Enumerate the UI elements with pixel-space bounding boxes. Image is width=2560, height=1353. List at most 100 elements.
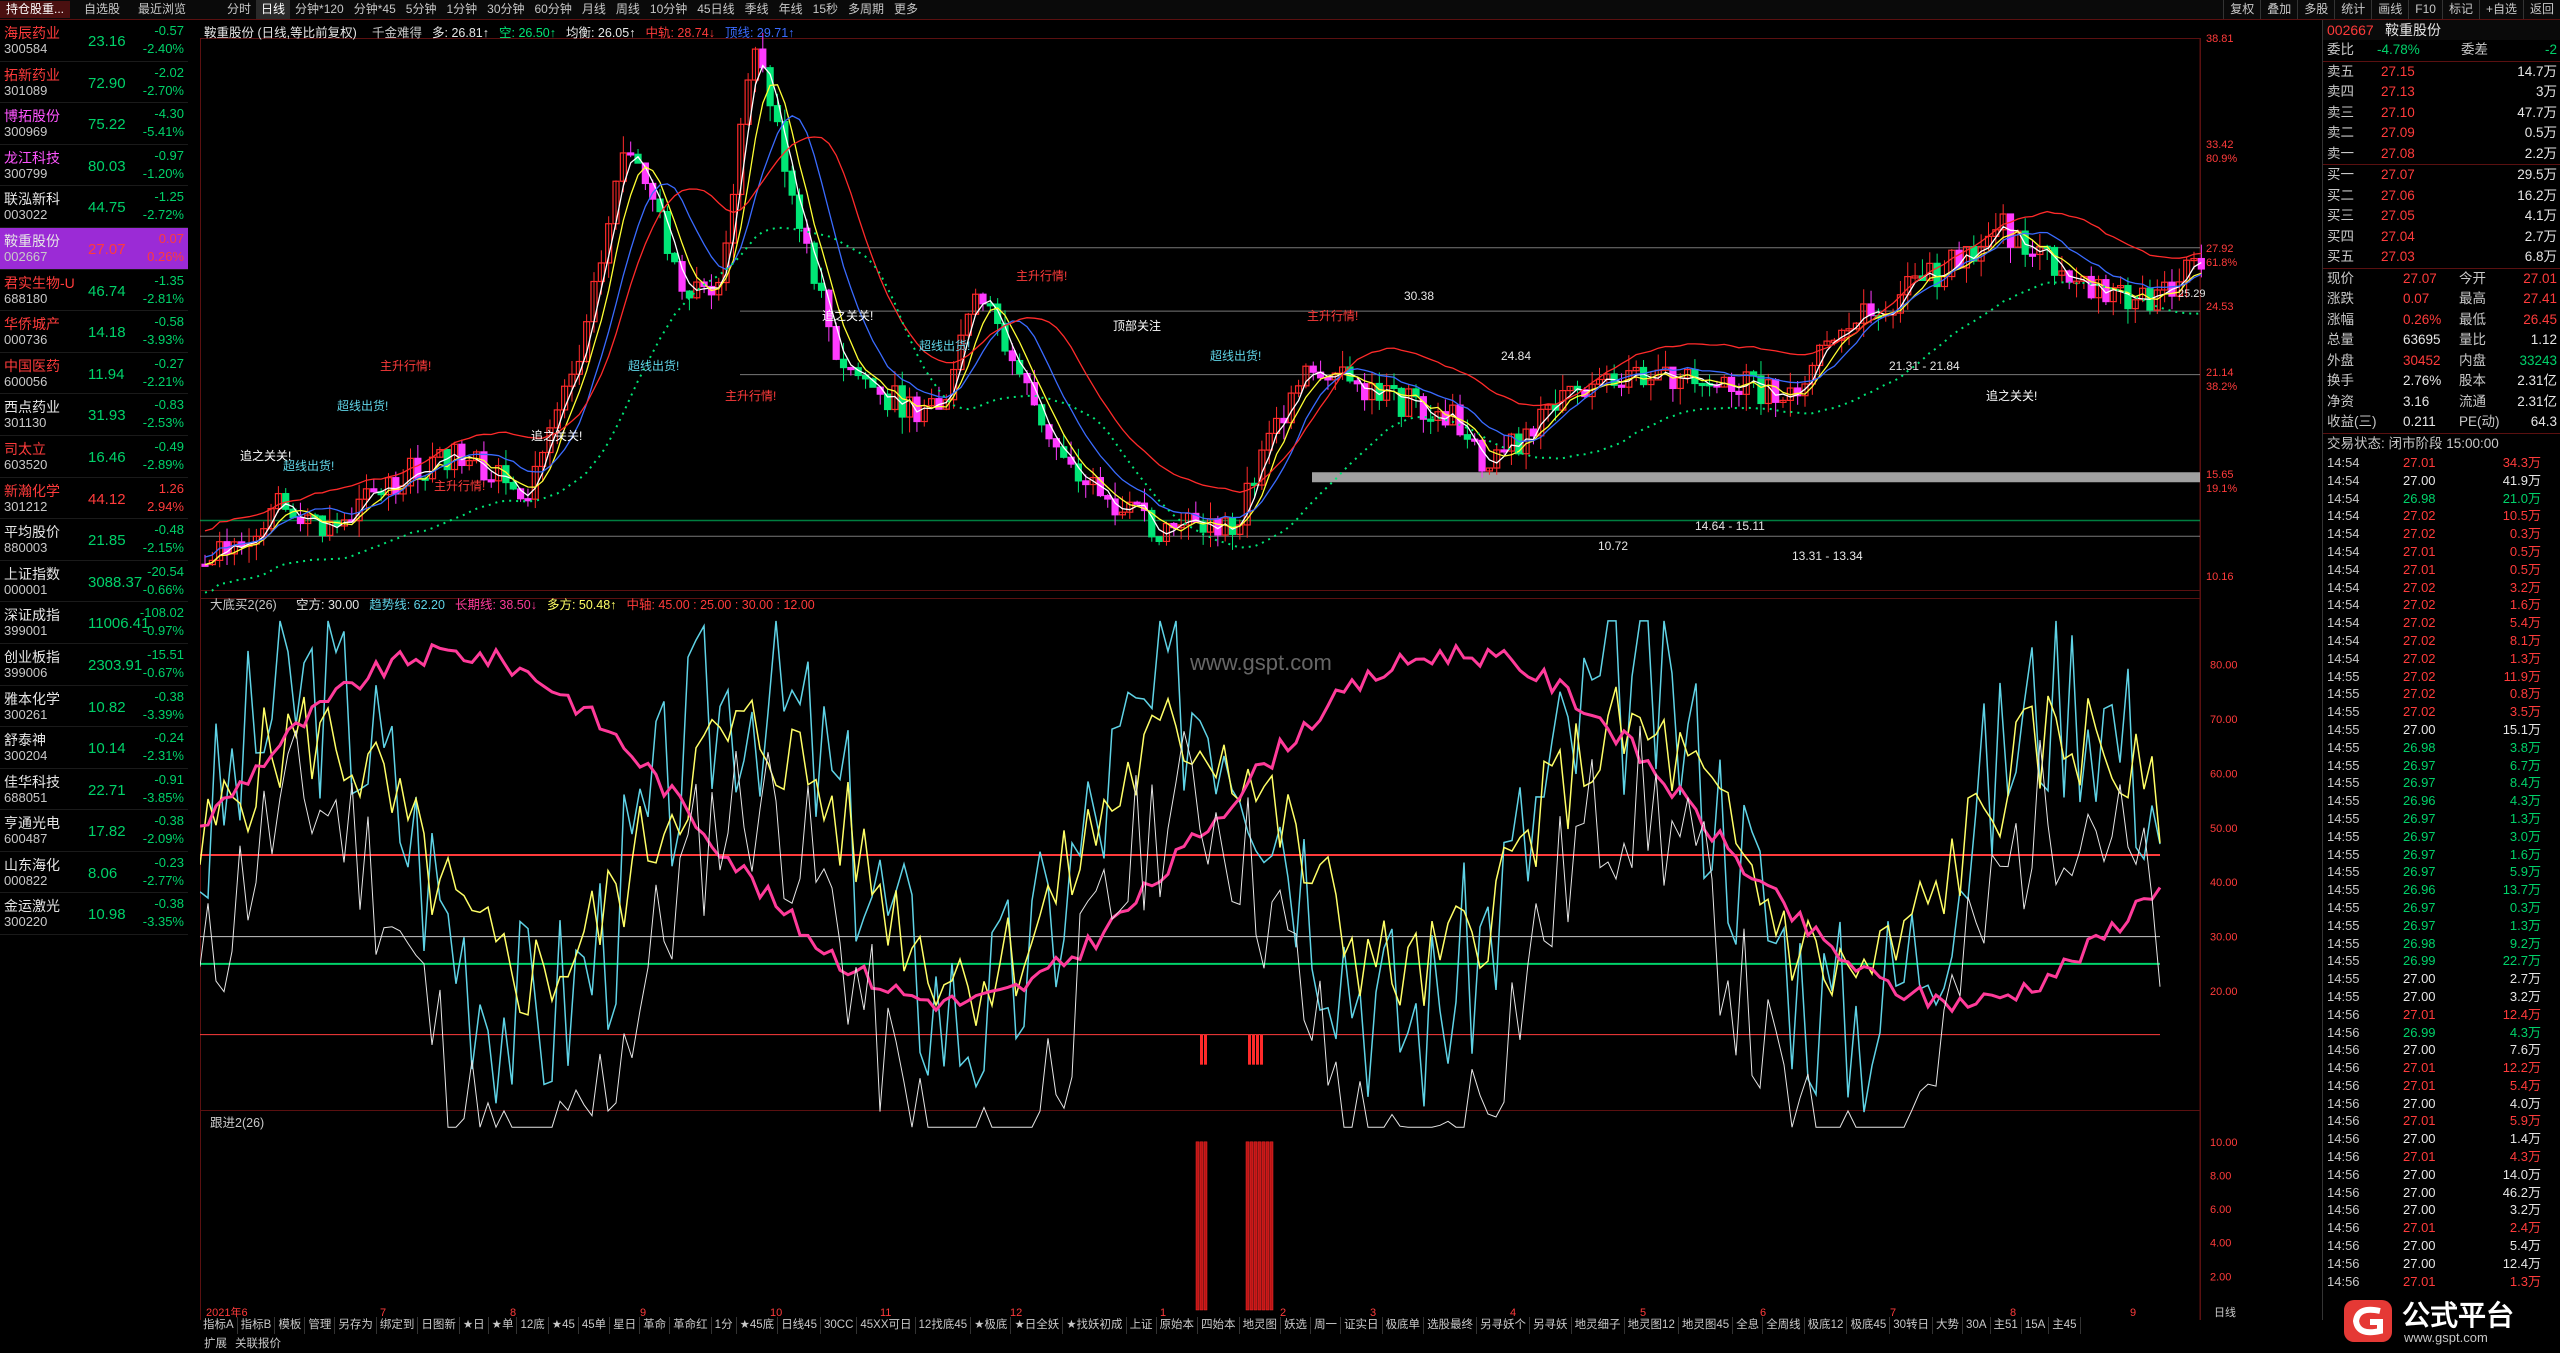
- toolbar-button-8[interactable]: 返回: [2522, 0, 2560, 19]
- formula-tab[interactable]: 1分: [712, 1317, 737, 1334]
- formula-tab[interactable]: 革命红: [670, 1317, 712, 1334]
- formula-tab[interactable]: 12底: [517, 1317, 549, 1334]
- period-6[interactable]: 30分钟: [482, 0, 529, 19]
- extension-tab[interactable]: 扩展: [200, 1336, 231, 1353]
- tab-favorites[interactable]: 自选股: [78, 1, 126, 18]
- period-9[interactable]: 周线: [611, 0, 645, 19]
- formula-tab[interactable]: ★单: [489, 1317, 518, 1334]
- period-10[interactable]: 10分钟: [645, 0, 692, 19]
- formula-tab[interactable]: 管理: [305, 1317, 336, 1334]
- formula-tab[interactable]: 主51: [1991, 1317, 2022, 1334]
- formula-tab[interactable]: 极底单: [1383, 1317, 1425, 1334]
- watchlist-row[interactable]: 创业板指 399006 2303.91 -15.51 -0.67%: [0, 644, 188, 686]
- watchlist-row[interactable]: 舒泰神 300204 10.14 -0.24 -2.31%: [0, 727, 188, 769]
- formula-tab[interactable]: 指标B: [238, 1317, 276, 1334]
- watchlist-row[interactable]: 拓新药业 301089 72.90 -2.02 -2.70%: [0, 62, 188, 104]
- watchlist-row[interactable]: 博拓股份 300969 75.22 -4.30 -5.41%: [0, 103, 188, 145]
- watchlist-row[interactable]: 联泓新科 003022 44.75 -1.25 -2.72%: [0, 186, 188, 228]
- watchlist-row[interactable]: 上证指数 000001 3088.37 -20.54 -0.66%: [0, 561, 188, 603]
- toolbar-button-1[interactable]: 叠加: [2260, 0, 2297, 19]
- watchlist-row[interactable]: 新瀚化学 301212 44.12 1.26 2.94%: [0, 478, 188, 520]
- formula-tab[interactable]: 15A: [2022, 1317, 2050, 1334]
- formula-tab[interactable]: 选股最终: [1424, 1317, 1478, 1334]
- watchlist-row[interactable]: 深证成指 399001 11006.41 -108.02 -0.97%: [0, 602, 188, 644]
- watchlist-row[interactable]: 中国医药 600056 11.94 -0.27 -2.21%: [0, 353, 188, 395]
- formula-tab[interactable]: 另寻妖个: [1477, 1317, 1531, 1334]
- extension-tab[interactable]: 关联报价: [231, 1336, 285, 1353]
- period-5[interactable]: 1分钟: [441, 0, 482, 19]
- formula-tab[interactable]: 45单: [579, 1317, 611, 1334]
- period-7[interactable]: 60分钟: [530, 0, 577, 19]
- formula-tab[interactable]: 45XX可日: [857, 1317, 916, 1334]
- watchlist-row[interactable]: 山东海化 000822 8.06 -0.23 -2.77%: [0, 852, 188, 894]
- formula-tab[interactable]: ★45底: [737, 1317, 779, 1334]
- formula-tab[interactable]: 周一: [1311, 1317, 1342, 1334]
- kline-chart[interactable]: 38.81 33.42 80.9% 27.92 61.8% 24.53 21.14 38.2%…: [200, 20, 2280, 1320]
- formula-tab[interactable]: 另寻妖: [1530, 1317, 1572, 1334]
- period-0[interactable]: 分时: [222, 0, 256, 19]
- formula-tab[interactable]: 绑定到: [377, 1317, 419, 1334]
- period-3[interactable]: 分钟*45: [349, 0, 401, 19]
- tab-recent[interactable]: 最近浏览: [132, 1, 192, 18]
- formula-tab[interactable]: 另存为: [335, 1317, 377, 1334]
- formula-tab[interactable]: 30A: [1963, 1317, 1991, 1334]
- period-16[interactable]: 更多: [889, 0, 923, 19]
- formula-tab[interactable]: ★日全妖: [1011, 1317, 1064, 1334]
- formula-tab[interactable]: 地灵细子: [1572, 1317, 1625, 1334]
- formula-tab[interactable]: 主45: [2049, 1317, 2081, 1334]
- formula-tab[interactable]: ★找妖初成: [1063, 1317, 1127, 1334]
- toolbar-button-5[interactable]: F10: [2408, 0, 2442, 19]
- watchlist-row[interactable]: 鞍重股份 002667 27.07 0.07 0.26%: [0, 227, 188, 270]
- period-8[interactable]: 月线: [577, 0, 611, 19]
- formula-tab[interactable]: 日图新: [418, 1317, 460, 1334]
- period-15[interactable]: 多周期: [843, 0, 889, 19]
- watchlist-row[interactable]: 华侨城产 000736 14.18 -0.58 -3.93%: [0, 311, 188, 353]
- watchlist-row[interactable]: 佳华科技 688051 22.71 -0.91 -3.85%: [0, 769, 188, 811]
- watchlist-row[interactable]: 雅本化学 300261 10.82 -0.38 -3.39%: [0, 686, 188, 728]
- toolbar-button-0[interactable]: 复权: [2223, 0, 2260, 19]
- toolbar-button-3[interactable]: 统计: [2334, 0, 2371, 19]
- watchlist-row[interactable]: 平均股价 880003 21.85 -0.48 -2.15%: [0, 519, 188, 561]
- formula-tab[interactable]: 极底12: [1805, 1317, 1848, 1334]
- toolbar-button-4[interactable]: 画线: [2371, 0, 2408, 19]
- formula-tab[interactable]: 全周线: [1763, 1317, 1805, 1334]
- watchlist-row[interactable]: 龙江科技 300799 80.03 -0.97 -1.20%: [0, 145, 188, 187]
- period-1[interactable]: 日线: [256, 0, 291, 19]
- period-2[interactable]: 分钟*120: [290, 0, 349, 19]
- tab-holdings[interactable]: 持仓股重...: [0, 1, 71, 18]
- formula-tab[interactable]: 大势: [1933, 1317, 1964, 1334]
- toolbar-button-6[interactable]: 标记: [2441, 0, 2479, 19]
- formula-tab[interactable]: ★极底: [971, 1317, 1012, 1334]
- watchlist-row[interactable]: 金运激光 300220 10.98 -0.38 -3.35%: [0, 893, 188, 936]
- formula-tab[interactable]: 指标A: [200, 1317, 238, 1334]
- formula-tab[interactable]: 全息: [1733, 1317, 1764, 1334]
- formula-tab[interactable]: 日线45: [778, 1317, 821, 1334]
- period-14[interactable]: 15秒: [808, 0, 843, 19]
- formula-tab[interactable]: 革命: [640, 1317, 671, 1334]
- formula-tab[interactable]: 原始本: [1157, 1317, 1199, 1334]
- formula-tab[interactable]: 四始本: [1198, 1317, 1240, 1334]
- formula-tab[interactable]: 地灵图: [1240, 1317, 1282, 1334]
- period-4[interactable]: 5分钟: [401, 0, 442, 19]
- formula-tab[interactable]: 12找底45: [916, 1317, 972, 1334]
- watchlist-row[interactable]: 西点药业 301130 31.93 -0.83 -2.53%: [0, 394, 188, 436]
- period-13[interactable]: 年线: [774, 0, 808, 19]
- toolbar-button-2[interactable]: 多股: [2297, 0, 2334, 19]
- formula-tab[interactable]: 妖选: [1281, 1317, 1312, 1334]
- formula-tab[interactable]: 模板: [275, 1317, 306, 1334]
- formula-tab[interactable]: 地灵图12: [1625, 1317, 1679, 1334]
- formula-tab[interactable]: 地灵图45: [1679, 1317, 1734, 1334]
- formula-tab[interactable]: 30转日: [1890, 1317, 1934, 1334]
- formula-tab[interactable]: ★日: [460, 1317, 489, 1334]
- toolbar-button-7[interactable]: +自选: [2478, 0, 2523, 19]
- formula-tab[interactable]: 证实日: [1341, 1317, 1383, 1334]
- formula-tab[interactable]: 极底45: [1847, 1317, 1891, 1334]
- watchlist-row[interactable]: 君实生物-U 688180 46.74 -1.35 -2.81%: [0, 270, 188, 312]
- formula-tab[interactable]: 星日: [610, 1317, 641, 1334]
- watchlist-row[interactable]: 亨通光电 600487 17.82 -0.38 -2.09%: [0, 810, 188, 852]
- formula-tab[interactable]: ★45: [549, 1317, 579, 1334]
- watchlist-row[interactable]: 海辰药业 300584 23.16 -0.57 -2.40%: [0, 20, 188, 62]
- watchlist-row[interactable]: 司太立 603520 16.46 -0.49 -2.89%: [0, 436, 188, 478]
- formula-tab[interactable]: 30CC: [821, 1317, 858, 1334]
- period-11[interactable]: 45日线: [692, 0, 739, 19]
